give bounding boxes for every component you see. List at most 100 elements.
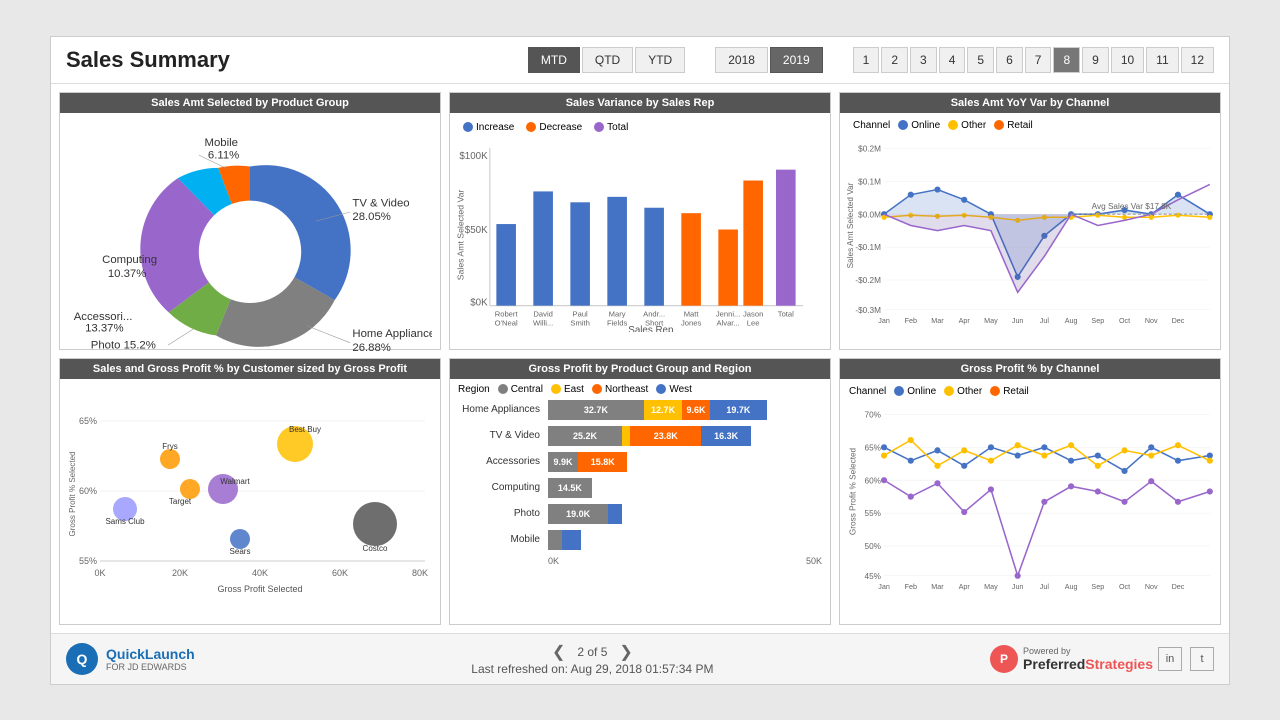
svg-text:Gross Profit Selected: Gross Profit Selected bbox=[217, 584, 302, 594]
svg-text:Paul: Paul bbox=[573, 309, 589, 318]
label-sears: Sears bbox=[230, 547, 251, 556]
svg-text:0K: 0K bbox=[94, 568, 105, 578]
svg-text:Jan: Jan bbox=[878, 316, 890, 325]
label-walmart: Walmart bbox=[220, 477, 250, 486]
label-sams-club: Sams Club bbox=[105, 517, 145, 526]
avg-label: Avg Sales Var $17.8K bbox=[1092, 202, 1172, 211]
label-frys: Frys bbox=[162, 442, 178, 451]
bar-total bbox=[776, 169, 796, 305]
logo-area: Q QuickLaunch FOR JD EDWARDS bbox=[66, 643, 195, 675]
panel-yoy-channel: Sales Amt YoY Var by Channel Channel Onl… bbox=[839, 92, 1221, 350]
donut-panel-content: TV & Video 28.05% Home Appliances 26.88%… bbox=[60, 113, 440, 349]
gp-row-tv-video: TV & Video 25.2K 23.8K 16.3K bbox=[458, 426, 822, 446]
btn-qtd[interactable]: QTD bbox=[582, 47, 633, 73]
btn-m5[interactable]: 5 bbox=[967, 47, 994, 73]
btn-2019[interactable]: 2019 bbox=[770, 47, 823, 73]
btn-m11[interactable]: 11 bbox=[1146, 47, 1178, 73]
svg-text:Sep: Sep bbox=[1091, 316, 1104, 325]
btn-m2[interactable]: 2 bbox=[881, 47, 908, 73]
svg-text:Jenni...: Jenni... bbox=[716, 309, 741, 318]
btn-m8[interactable]: 8 bbox=[1053, 47, 1080, 73]
svg-text:-$0.2M: -$0.2M bbox=[855, 276, 881, 285]
btn-m3[interactable]: 3 bbox=[910, 47, 937, 73]
btn-m4[interactable]: 4 bbox=[939, 47, 966, 73]
social-icons: in t bbox=[1158, 647, 1214, 671]
gross-profit-content: Region Central East Northeast bbox=[450, 379, 830, 571]
svg-text:$0.2M: $0.2M bbox=[858, 144, 881, 153]
twitter-icon[interactable]: t bbox=[1190, 647, 1214, 671]
btn-m9[interactable]: 9 bbox=[1082, 47, 1109, 73]
panel-title-gross-profit: Gross Profit by Product Group and Region bbox=[450, 359, 830, 379]
svg-text:$0.1M: $0.1M bbox=[858, 177, 881, 186]
svg-text:Apr: Apr bbox=[959, 316, 971, 325]
svg-text:45%: 45% bbox=[865, 571, 882, 580]
svg-text:Nov: Nov bbox=[1145, 316, 1158, 325]
btn-m1[interactable]: 1 bbox=[853, 47, 880, 73]
label-target: Target bbox=[169, 497, 192, 506]
svg-text:May: May bbox=[984, 316, 998, 325]
svg-text:Jason: Jason bbox=[743, 309, 763, 318]
ps-company-name: PreferredStrategies bbox=[1023, 656, 1153, 672]
dashboard: Sales Summary MTD QTD YTD 2018 2019 1 2 … bbox=[50, 36, 1230, 685]
header: Sales Summary MTD QTD YTD 2018 2019 1 2 … bbox=[51, 37, 1229, 84]
bubble-target bbox=[180, 479, 200, 499]
btn-m7[interactable]: 7 bbox=[1025, 47, 1052, 73]
yoy-content: Channel Online Other Retail bbox=[840, 113, 1220, 338]
svg-text:Dec: Dec bbox=[1172, 316, 1185, 325]
svg-text:Total: Total bbox=[778, 309, 794, 318]
bubble-frys bbox=[160, 449, 180, 469]
label-computing: Computing bbox=[102, 254, 157, 266]
svg-text:David: David bbox=[533, 309, 552, 318]
prev-page-button[interactable]: ❮ bbox=[552, 642, 565, 662]
bar-matt bbox=[681, 213, 701, 305]
svg-text:Jul: Jul bbox=[1040, 582, 1050, 591]
svg-text:26.88%: 26.88% bbox=[352, 341, 391, 353]
svg-text:Mar: Mar bbox=[931, 582, 944, 591]
svg-text:$0K: $0K bbox=[470, 297, 488, 308]
period-buttons: MTD QTD YTD bbox=[528, 47, 685, 73]
svg-text:Sep: Sep bbox=[1091, 582, 1104, 591]
label-mobile: Mobile bbox=[204, 137, 237, 149]
gp-x-labels: 0K 50K bbox=[458, 556, 822, 566]
svg-text:Sales Amt Selected Var: Sales Amt Selected Var bbox=[456, 189, 466, 280]
svg-text:Jun: Jun bbox=[1012, 582, 1024, 591]
linkedin-icon[interactable]: in bbox=[1158, 647, 1182, 671]
legend-increase: Increase bbox=[463, 122, 514, 133]
line-gp-retail bbox=[884, 480, 1210, 576]
btn-ytd[interactable]: YTD bbox=[635, 47, 685, 73]
svg-text:Willi...: Willi... bbox=[533, 318, 553, 327]
btn-2018[interactable]: 2018 bbox=[715, 47, 768, 73]
legend-decrease: Decrease bbox=[526, 122, 582, 133]
bar-paul bbox=[570, 202, 590, 305]
next-page-button[interactable]: ❯ bbox=[619, 642, 632, 662]
bubble-costco bbox=[353, 502, 397, 546]
gp-channel-legend: Channel Online Other Retail bbox=[845, 384, 1215, 399]
bubble-sears bbox=[230, 529, 250, 549]
scatter-content: 65% 60% 55% 0K 20K 40K 60K bbox=[60, 379, 440, 624]
svg-text:$50K: $50K bbox=[465, 224, 488, 235]
svg-text:Sales Rep: Sales Rep bbox=[628, 324, 674, 332]
line-gp-online bbox=[884, 447, 1210, 471]
svg-text:Jan: Jan bbox=[878, 582, 890, 591]
svg-text:Mary: Mary bbox=[609, 309, 626, 318]
btn-m10[interactable]: 10 bbox=[1111, 47, 1144, 73]
svg-text:Feb: Feb bbox=[905, 316, 917, 325]
svg-text:Mar: Mar bbox=[931, 316, 944, 325]
legend-total: Total bbox=[594, 122, 628, 133]
btn-mtd[interactable]: MTD bbox=[528, 47, 580, 73]
svg-text:80K: 80K bbox=[412, 568, 428, 578]
svg-text:Jun: Jun bbox=[1012, 316, 1024, 325]
svg-text:Fields: Fields bbox=[607, 318, 627, 327]
legend-label-total: Total bbox=[607, 122, 628, 133]
btn-m6[interactable]: 6 bbox=[996, 47, 1023, 73]
scatter-svg: 65% 60% 55% 0K 20K 40K 60K bbox=[65, 384, 435, 614]
panel-product-group: Sales Amt Selected by Product Group bbox=[59, 92, 441, 350]
page-title: Sales Summary bbox=[66, 47, 508, 73]
btn-m12[interactable]: 12 bbox=[1181, 47, 1214, 73]
ps-branding: Powered by PreferredStrategies bbox=[1023, 646, 1153, 672]
legend-label-decrease: Decrease bbox=[539, 122, 582, 133]
panel-title-sales-variance: Sales Variance by Sales Rep bbox=[450, 93, 830, 113]
donut-inner bbox=[199, 200, 301, 302]
svg-text:28.05%: 28.05% bbox=[352, 210, 391, 222]
svg-text:Lee: Lee bbox=[747, 318, 760, 327]
